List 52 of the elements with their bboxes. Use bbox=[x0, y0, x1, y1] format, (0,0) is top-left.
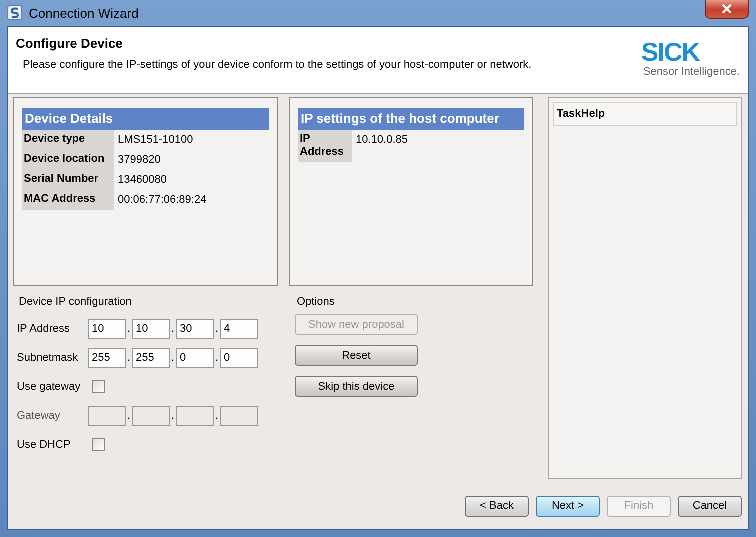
octet-separator: . bbox=[214, 322, 220, 334]
octet-field[interactable]: 255 bbox=[88, 348, 126, 368]
panel-heading: IP settings of the host computer bbox=[298, 108, 524, 130]
octet-separator: . bbox=[170, 322, 176, 334]
checkbox[interactable] bbox=[92, 380, 105, 393]
option-button[interactable]: Reset bbox=[295, 345, 418, 366]
checkbox-label: Use DHCP bbox=[17, 438, 72, 450]
wizard-button[interactable]: < Back bbox=[465, 496, 529, 516]
option-button[interactable]: Skip this device bbox=[295, 376, 418, 397]
octet-separator: . bbox=[214, 352, 220, 364]
app-icon bbox=[7, 5, 23, 21]
panel-heading: Device Details bbox=[22, 108, 269, 130]
wizard-button[interactable]: Cancel bbox=[678, 496, 742, 516]
octet-separator: . bbox=[126, 352, 132, 364]
detail-label: MAC Address bbox=[22, 190, 114, 210]
detail-label: Device location bbox=[22, 150, 114, 170]
task-help-heading: TaskHelp bbox=[553, 102, 737, 126]
octet-separator: . bbox=[170, 410, 176, 422]
detail-label: Serial Number bbox=[22, 170, 114, 190]
detail-value: 10.10.0.85 bbox=[355, 133, 409, 148]
logo-tagline: Sensor Intelligence. bbox=[643, 66, 740, 78]
close-button[interactable] bbox=[705, 0, 749, 19]
window-title: Connection Wizard bbox=[29, 6, 140, 20]
field-label: IP Address bbox=[17, 322, 71, 334]
detail-value: 3799820 bbox=[117, 153, 162, 168]
octet-separator: . bbox=[170, 352, 176, 364]
octet-separator: . bbox=[126, 410, 132, 422]
checkbox-label: Use gateway bbox=[17, 380, 82, 392]
field-label: Gateway bbox=[17, 410, 62, 422]
section-label: Options bbox=[297, 296, 336, 310]
checkbox[interactable] bbox=[92, 438, 105, 451]
detail-value: 13460080 bbox=[117, 173, 168, 188]
octet-field[interactable]: 255 bbox=[132, 348, 170, 368]
octet-field[interactable]: 30 bbox=[176, 318, 214, 338]
logo-brand: SICK bbox=[641, 38, 700, 66]
section-label: Device IP configuration bbox=[19, 296, 133, 310]
octet-field[interactable]: 0 bbox=[220, 348, 258, 368]
detail-label: Device type bbox=[22, 130, 114, 150]
close-icon bbox=[722, 4, 732, 14]
detail-value: 00:06:77:06:89:24 bbox=[117, 193, 208, 208]
octet-field[interactable]: 10 bbox=[88, 318, 126, 338]
octet-field[interactable]: 4 bbox=[220, 318, 258, 338]
page-title: Configure Device bbox=[16, 36, 124, 51]
octet-field[interactable]: 10 bbox=[132, 318, 170, 338]
page-description: Please configure the IP-settings of your device conform to the settings of your host-computer or network. bbox=[23, 59, 532, 71]
octet-separator: . bbox=[214, 410, 220, 422]
wizard-button[interactable]: Next > bbox=[536, 496, 600, 516]
octet-separator: . bbox=[126, 322, 132, 334]
detail-value: LMS151-10100 bbox=[117, 133, 194, 148]
octet-field[interactable]: 0 bbox=[176, 348, 214, 368]
field-label: Subnetmask bbox=[17, 352, 80, 364]
detail-label: IP Address bbox=[298, 130, 352, 162]
